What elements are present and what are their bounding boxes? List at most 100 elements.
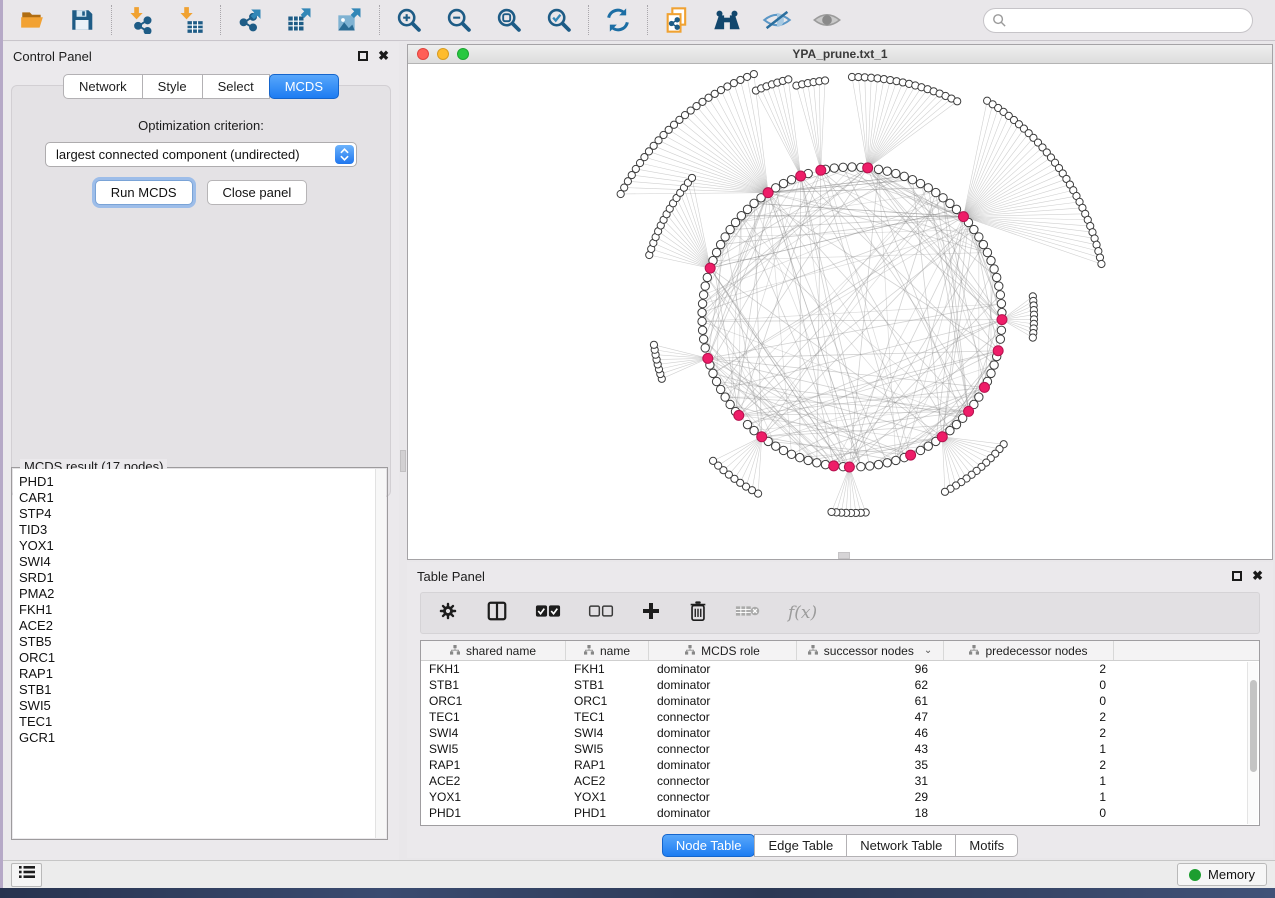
table-scrollbar-thumb[interactable] [1250,680,1257,772]
memory-button[interactable]: Memory [1177,863,1267,886]
cell-MCDS-role[interactable]: dominator [649,694,797,708]
delete-table-button[interactable] [735,603,761,624]
mcds-result-item[interactable]: PHD1 [19,474,386,490]
add-column-button[interactable] [641,601,661,626]
cell-MCDS-role[interactable]: dominator [649,678,797,692]
table-row[interactable]: SWI4SWI4dominator462 [421,725,1259,741]
cell-predecessor-nodes[interactable]: 0 [944,806,1114,820]
cell-successor-nodes[interactable]: 29 [797,790,944,804]
search-input[interactable] [983,8,1253,33]
mcds-result-item[interactable]: SWI4 [19,554,386,570]
cell-name[interactable]: SWI5 [566,742,649,756]
table-row[interactable]: STB1STB1dominator620 [421,677,1259,693]
mcds-result-item[interactable]: ORC1 [19,650,386,666]
node-table[interactable]: shared namenameMCDS rolesuccessor nodes⌄… [420,640,1260,826]
cell-shared-name[interactable]: SWI5 [421,742,566,756]
cell-predecessor-nodes[interactable]: 2 [944,662,1114,676]
table-row[interactable]: PHD1PHD1dominator180 [421,805,1259,821]
mcds-result-item[interactable]: RAP1 [19,666,386,682]
table-scrollbar[interactable] [1247,662,1258,824]
show-all-button[interactable] [812,5,842,35]
mcds-result-item[interactable]: SWI5 [19,698,386,714]
table-row[interactable]: ORC1ORC1dominator610 [421,693,1259,709]
float-panel-icon[interactable] [358,51,368,61]
cell-name[interactable]: PHD1 [566,806,649,820]
apply-layout-button[interactable] [603,5,633,35]
tab-network[interactable]: Network [63,74,143,99]
column-header-successor-nodes[interactable]: successor nodes⌄ [797,641,944,660]
close-panel-icon[interactable]: ✖ [1252,571,1263,581]
run-mcds-button[interactable]: Run MCDS [95,180,193,205]
close-panel-button[interactable]: Close panel [207,180,308,205]
zoom-selected-button[interactable] [544,5,574,35]
mcds-result-item[interactable]: GCR1 [19,730,386,746]
mcds-result-item[interactable]: STP4 [19,506,386,522]
cell-predecessor-nodes[interactable]: 2 [944,726,1114,740]
search-field[interactable] [983,8,1253,33]
zoom-in-button[interactable] [394,5,424,35]
mcds-result-item[interactable]: TEC1 [19,714,386,730]
column-header-name[interactable]: name [566,641,649,660]
cell-name[interactable]: STB1 [566,678,649,692]
cell-shared-name[interactable]: FKH1 [421,662,566,676]
cell-successor-nodes[interactable]: 35 [797,758,944,772]
table-settings-button[interactable] [437,600,459,627]
task-history-button[interactable] [11,863,42,887]
tab-node-table[interactable]: Node Table [662,834,756,857]
tab-motifs[interactable]: Motifs [955,834,1018,857]
network-canvas[interactable] [408,64,1272,559]
mcds-result-list[interactable]: PHD1CAR1STP4TID3YOX1SWI4SRD1PMA2FKH1ACE2… [13,469,386,838]
mcds-result-item[interactable]: ACE2 [19,618,386,634]
mcds-result-item[interactable]: STB5 [19,634,386,650]
table-row[interactable]: SWI5SWI5connector431 [421,741,1259,757]
cell-name[interactable]: FKH1 [566,662,649,676]
column-header-MCDS-role[interactable]: MCDS role [649,641,797,660]
cell-name[interactable]: SWI4 [566,726,649,740]
export-table-button[interactable] [285,5,315,35]
mcds-result-item[interactable]: YOX1 [19,538,386,554]
cell-MCDS-role[interactable]: connector [649,790,797,804]
cell-MCDS-role[interactable]: dominator [649,662,797,676]
deselect-all-button[interactable] [588,603,614,624]
cell-MCDS-role[interactable]: dominator [649,726,797,740]
float-panel-icon[interactable] [1232,571,1242,581]
table-row[interactable]: YOX1YOX1connector291 [421,789,1259,805]
first-neighbors-button[interactable] [712,5,742,35]
vertical-splitter[interactable] [399,42,407,860]
cell-successor-nodes[interactable]: 46 [797,726,944,740]
cell-successor-nodes[interactable]: 62 [797,678,944,692]
network-graph[interactable] [408,64,1272,559]
mcds-result-item[interactable]: FKH1 [19,602,386,618]
delete-column-button[interactable] [688,600,708,627]
tab-edge-table[interactable]: Edge Table [754,834,847,857]
clone-network-button[interactable] [662,5,692,35]
cell-MCDS-role[interactable]: dominator [649,758,797,772]
tab-select[interactable]: Select [202,74,270,99]
mcds-result-item[interactable]: SRD1 [19,570,386,586]
hide-selected-button[interactable] [762,5,792,35]
export-network-button[interactable] [235,5,265,35]
cell-predecessor-nodes[interactable]: 2 [944,710,1114,724]
mcds-list-scrollbar[interactable] [375,469,386,838]
cell-predecessor-nodes[interactable]: 1 [944,790,1114,804]
cell-shared-name[interactable]: RAP1 [421,758,566,772]
open-session-button[interactable] [17,5,47,35]
cell-name[interactable]: ORC1 [566,694,649,708]
cell-shared-name[interactable]: ACE2 [421,774,566,788]
mcds-result-item[interactable]: CAR1 [19,490,386,506]
cell-shared-name[interactable]: TEC1 [421,710,566,724]
cell-shared-name[interactable]: PHD1 [421,806,566,820]
zoom-out-button[interactable] [444,5,474,35]
horizontal-splitter-grip[interactable] [838,552,850,559]
optimization-criterion-select[interactable]: largest connected component (undirected) [45,142,357,167]
table-row[interactable]: TEC1TEC1connector472 [421,709,1259,725]
tab-style[interactable]: Style [142,74,203,99]
cell-predecessor-nodes[interactable]: 0 [944,678,1114,692]
cell-shared-name[interactable]: YOX1 [421,790,566,804]
zoom-fit-button[interactable] [494,5,524,35]
cell-MCDS-role[interactable]: connector [649,710,797,724]
cell-successor-nodes[interactable]: 43 [797,742,944,756]
cell-successor-nodes[interactable]: 47 [797,710,944,724]
splitter-grip[interactable] [400,450,406,472]
cell-name[interactable]: RAP1 [566,758,649,772]
